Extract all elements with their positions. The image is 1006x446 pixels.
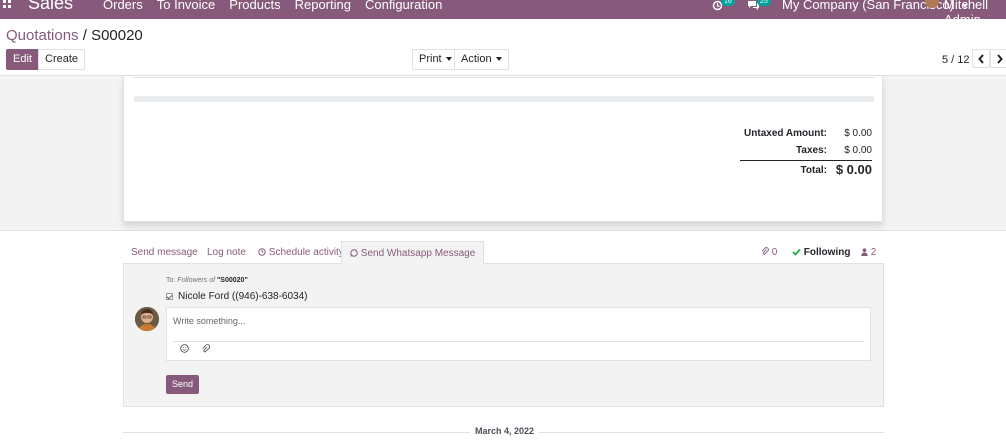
divider	[134, 77, 874, 78]
print-dropdown[interactable]: Print	[412, 49, 459, 70]
attachments-button[interactable]: 0	[761, 247, 777, 258]
chevron-left-icon	[978, 54, 984, 64]
recipient-checkbox[interactable]	[166, 292, 173, 300]
recipients-info: To: Followers of "S00020"	[166, 277, 248, 284]
paperclip-icon	[761, 247, 769, 255]
breadcrumb-separator: /	[82, 27, 87, 44]
order-lines-footer	[134, 96, 874, 102]
message-placeholder: Write something...	[173, 316, 246, 326]
user-icon	[861, 248, 868, 256]
pager-previous-button[interactable]	[972, 49, 990, 68]
following-label: Following	[803, 247, 851, 258]
top-navbar: Sales Orders To Invoice Products Reporti…	[0, 0, 1006, 27]
app-brand[interactable]: Sales	[28, 0, 73, 14]
tab-label: Send Whatsapp Message	[360, 248, 476, 259]
company-switcher[interactable]: My Company (San Francisco)	[782, 0, 968, 12]
edit-button[interactable]: Edit	[6, 49, 39, 70]
pager-value[interactable]: 5 / 12	[942, 54, 970, 66]
apps-menu-icon[interactable]	[3, 0, 12, 8]
total-value: $ 0.00	[835, 162, 872, 177]
to-prefix: To:	[166, 277, 176, 284]
to-record: "S00020"	[216, 277, 248, 284]
check-icon	[792, 248, 801, 256]
followers-button[interactable]: 2	[861, 247, 876, 258]
menu-item-reporting[interactable]: Reporting	[295, 0, 351, 12]
untaxed-amount-value: $ 0.00	[844, 128, 872, 139]
to-followers: Followers of	[177, 277, 216, 284]
tab-send-message[interactable]: Send message	[123, 241, 206, 264]
message-composer: To: Followers of "S00020" Nicole Ford ((…	[123, 263, 884, 407]
action-dropdown[interactable]: Action	[454, 49, 509, 70]
emoji-icon[interactable]	[180, 344, 189, 356]
whatsapp-icon	[350, 249, 358, 257]
chatter: Send message Log note Schedule activity …	[0, 231, 1006, 446]
toolbar-divider	[173, 341, 865, 342]
author-avatar	[135, 307, 159, 331]
message-textarea[interactable]: Write something...	[166, 307, 871, 361]
paperclip-icon[interactable]	[201, 344, 210, 357]
create-button[interactable]: Create	[38, 49, 86, 70]
tab-log-note[interactable]: Log note	[199, 241, 254, 264]
tab-label: Schedule activity	[268, 247, 344, 258]
menu-item-configuration[interactable]: Configuration	[365, 0, 442, 12]
clock-icon	[258, 248, 266, 256]
activity-count-badge: 16	[721, 0, 735, 6]
menu-item-orders[interactable]: Orders	[103, 0, 143, 12]
breadcrumb-current: S00020	[91, 27, 143, 44]
followers-count: 2	[870, 247, 877, 258]
following-button[interactable]: Following	[792, 247, 850, 258]
menu-item-to-invoice[interactable]: To Invoice	[157, 0, 216, 12]
form-sheet: Untaxed Amount: $ 0.00 Taxes: $ 0.00 Tot…	[123, 76, 883, 222]
print-label: Print	[419, 53, 442, 65]
breadcrumb-quotations[interactable]: Quotations	[6, 27, 79, 44]
breadcrumb: Quotations / S00020	[6, 27, 143, 44]
attachments-count: 0	[771, 247, 778, 258]
tab-send-whatsapp[interactable]: Send Whatsapp Message	[341, 241, 485, 264]
taxes-value: $ 0.00	[844, 145, 872, 156]
tab-schedule-activity[interactable]: Schedule activity	[250, 241, 352, 264]
chevron-down-icon	[495, 57, 502, 62]
recipient-option[interactable]: Nicole Ford ((946)-638-6034)	[166, 291, 308, 302]
send-button[interactable]: Send	[166, 375, 199, 394]
menu-item-products[interactable]: Products	[229, 0, 280, 12]
chevron-down-icon	[445, 57, 452, 62]
chevron-right-icon	[997, 54, 1003, 64]
totals-divider	[740, 160, 872, 161]
recipient-label: Nicole Ford ((946)-638-6034)	[178, 291, 308, 302]
control-panel: Quotations / S00020 Edit Create Print Ac…	[0, 19, 1006, 76]
action-label: Action	[461, 53, 492, 65]
messages-count-badge: 25	[757, 0, 771, 6]
pager-next-button[interactable]	[990, 49, 1006, 68]
date-separator-label: March 4, 2022	[470, 426, 540, 436]
total-label: Total:	[800, 165, 827, 176]
taxes-label: Taxes:	[796, 145, 827, 156]
untaxed-amount-label: Untaxed Amount:	[744, 128, 827, 139]
main-menu: Orders To Invoice Products Reporting Con…	[103, 0, 442, 12]
